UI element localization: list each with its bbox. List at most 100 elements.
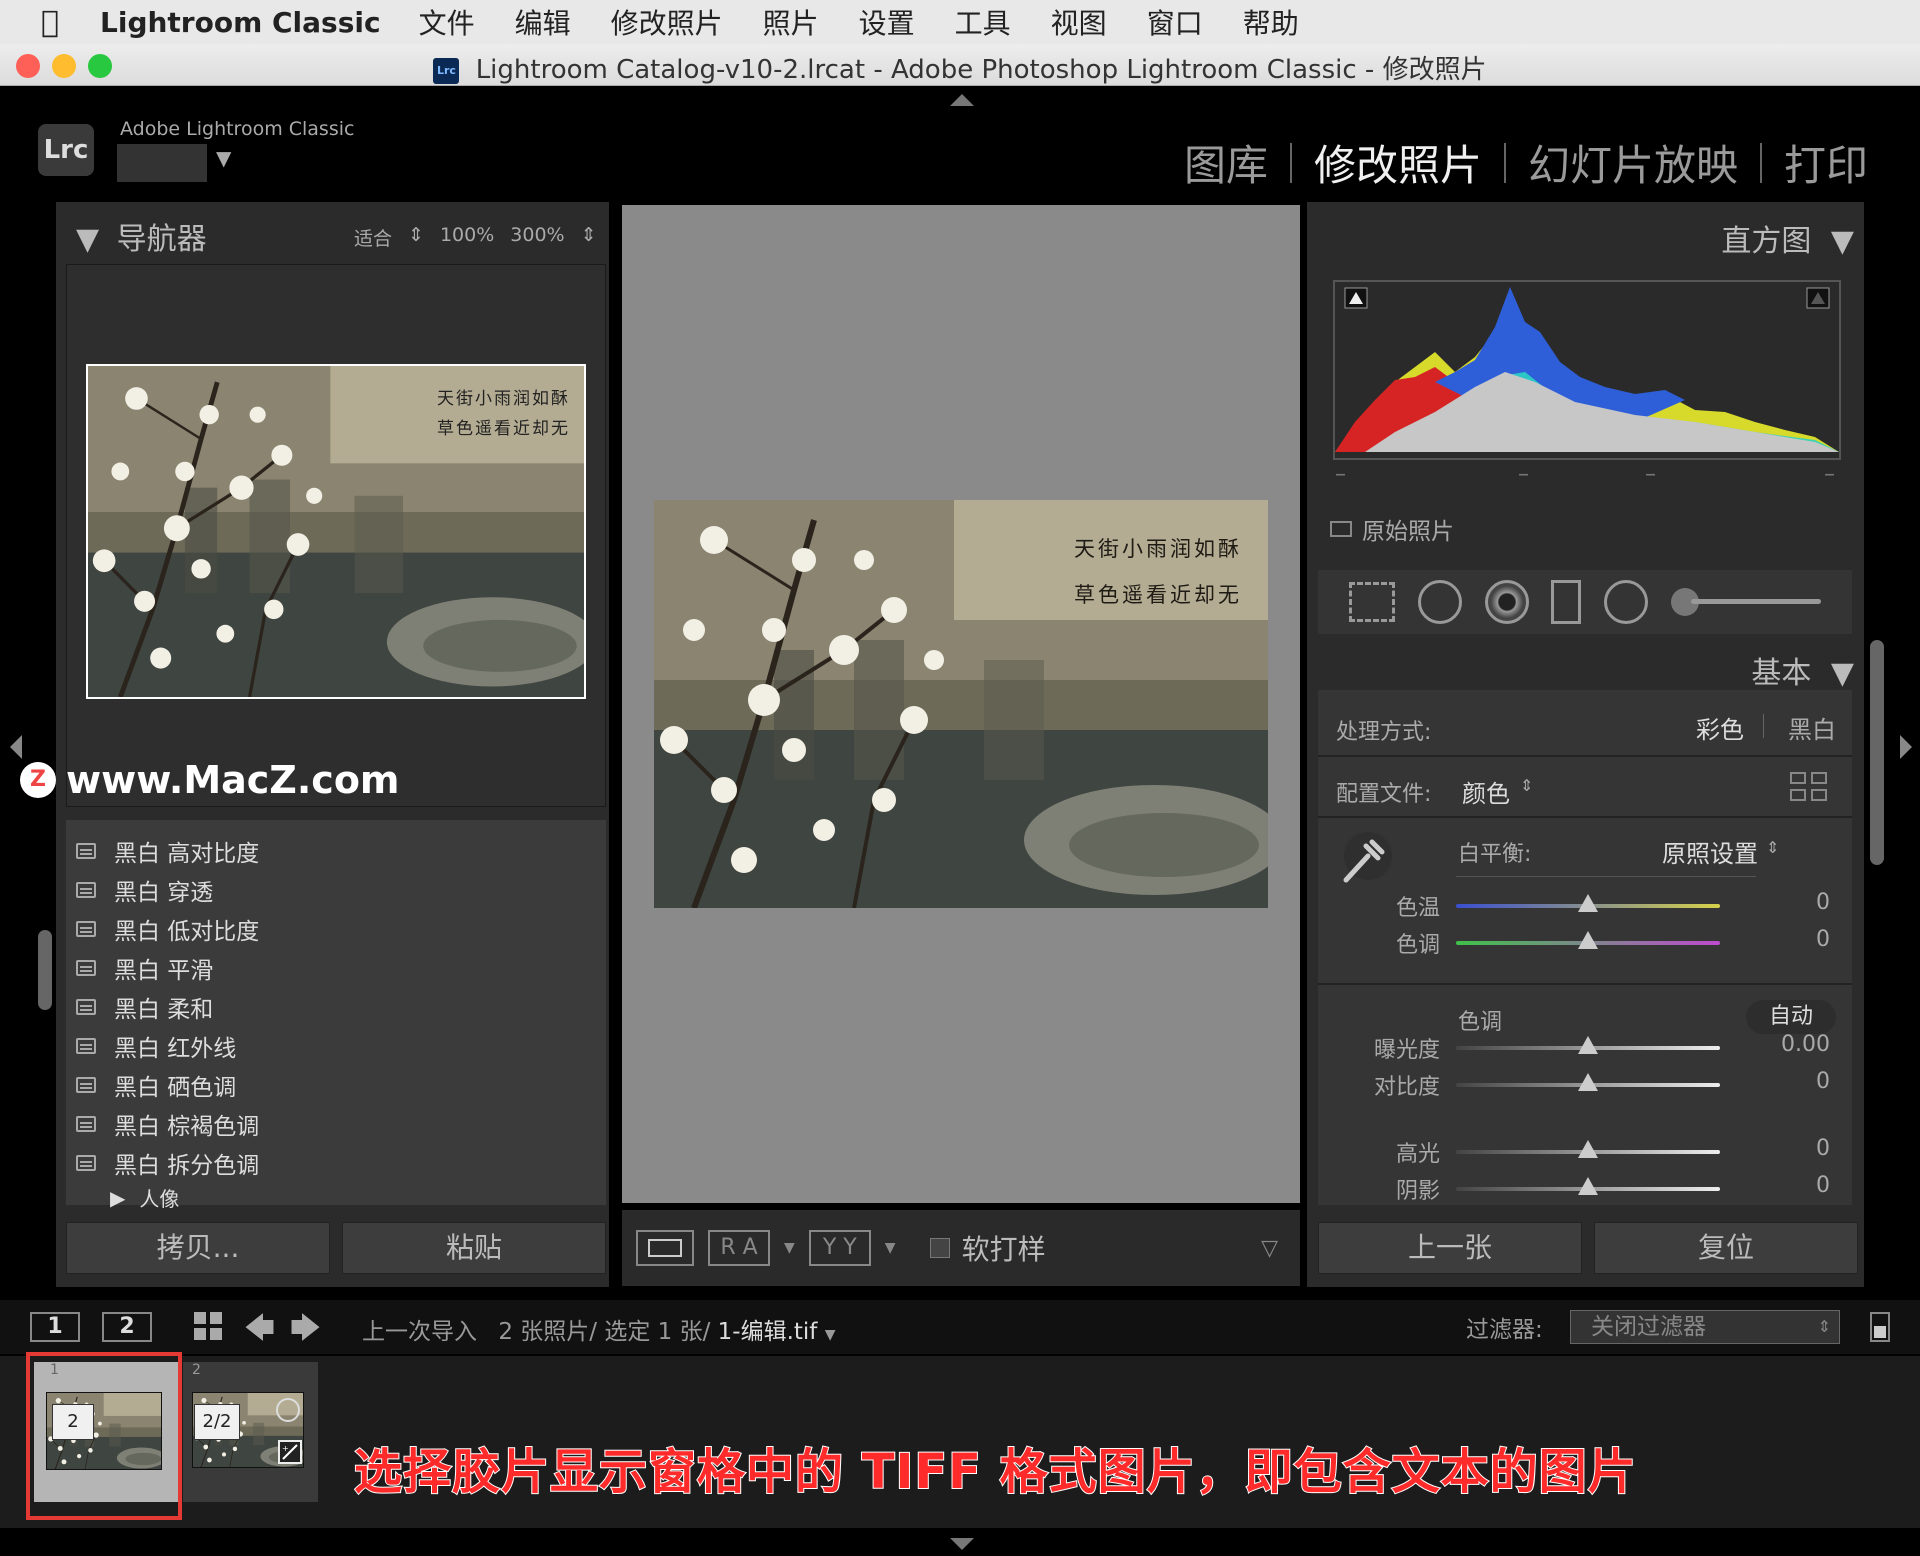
adjustment-brush-icon[interactable] [1670, 580, 1821, 624]
slider-value[interactable]: 0.00 [1770, 1032, 1830, 1057]
zoom-fit[interactable]: 适合 [354, 224, 392, 251]
photo-count: 2 张照片/ 选定 1 张/ [498, 1319, 711, 1345]
preset-item[interactable]: 黑白 低对比度 [76, 912, 259, 946]
slider-thumb[interactable] [1578, 931, 1598, 949]
left-scrollbar[interactable] [38, 930, 52, 1010]
edited-badge-icon: + [278, 1440, 302, 1464]
preset-item[interactable]: 黑白 红外线 [76, 1029, 236, 1063]
menu-settings[interactable]: 设置 [859, 2, 915, 42]
copy-button[interactable]: 拷贝... [66, 1222, 330, 1274]
slider-thumb[interactable] [1578, 1177, 1598, 1195]
reset-button[interactable]: 复位 [1594, 1222, 1858, 1274]
chevron-down-icon[interactable]: ▼ [825, 1327, 836, 1343]
histogram[interactable] [1333, 280, 1841, 460]
profile-browser-grid-icon[interactable] [1790, 772, 1828, 804]
preset-item[interactable]: 黑白 平滑 [76, 951, 213, 985]
slider-value[interactable]: 0 [1770, 1136, 1830, 1161]
treatment-bw-option[interactable]: 黑白 [1788, 710, 1836, 745]
slider-thumb[interactable] [1578, 1140, 1598, 1158]
white-balance-eyedropper-icon[interactable] [1336, 828, 1396, 888]
zoom-100[interactable]: 100% [440, 224, 494, 251]
menu-view[interactable]: 视图 [1051, 2, 1107, 42]
radial-filter-icon[interactable] [1603, 580, 1648, 624]
collapse-top-arrow-icon[interactable] [950, 94, 974, 106]
paste-button[interactable]: 粘贴 [342, 1222, 606, 1274]
module-slideshow[interactable]: 幻灯片放映 [1506, 132, 1760, 193]
menu-tools[interactable]: 工具 [955, 2, 1011, 42]
menu-help[interactable]: 帮助 [1243, 2, 1299, 42]
before-after-ra-button[interactable]: R A [708, 1230, 770, 1266]
apple-icon[interactable]:  [0, 5, 100, 40]
chevron-down-icon[interactable]: ▼ [784, 1240, 795, 1256]
slider-thumb[interactable] [1578, 1073, 1598, 1091]
primary-window-button[interactable]: 1 [30, 1312, 80, 1342]
right-scrollbar[interactable] [1870, 640, 1884, 865]
toolbar-menu-chevron-icon[interactable]: ▽ [1261, 1236, 1278, 1261]
module-develop[interactable]: 修改照片 [1292, 132, 1504, 193]
filmstrip-source-status[interactable]: 上一次导入 2 张照片/ 选定 1 张/ 1-编辑.tif ▼ [362, 1312, 835, 1346]
filmstrip-lock-icon[interactable] [1870, 1312, 1890, 1342]
menu-edit[interactable]: 编辑 [515, 2, 571, 42]
zoom-300[interactable]: 300% [510, 224, 564, 251]
grid-view-icon[interactable] [194, 1312, 222, 1340]
preset-item[interactable]: 黑白 拆分色调 [76, 1146, 259, 1180]
divider [1318, 983, 1852, 985]
menu-window[interactable]: 窗口 [1147, 2, 1203, 42]
chevron-down-icon[interactable]: ▼ [216, 146, 231, 170]
navigator-thumbnail[interactable]: 天街小雨润如酥 草色遥看近却无 [86, 364, 586, 699]
current-file-name[interactable]: 1-编辑.tif [718, 1319, 818, 1345]
treatment-color-option[interactable]: 彩色 [1696, 710, 1744, 745]
preset-item[interactable]: 黑白 硒色调 [76, 1068, 236, 1102]
histogram-header[interactable]: 直方图 ▼ [1721, 216, 1854, 260]
white-balance-select[interactable]: 原照设置 [1662, 834, 1758, 869]
auto-tone-button[interactable]: 自动 [1746, 1000, 1836, 1034]
user-plate[interactable] [117, 144, 207, 182]
module-print[interactable]: 打印 [1762, 132, 1890, 193]
slider-value[interactable]: 0 [1770, 1069, 1830, 1094]
graduated-filter-icon[interactable] [1551, 580, 1582, 624]
profile-select[interactable]: 颜色 [1462, 774, 1510, 809]
stepper-icon[interactable]: ⇕ [581, 224, 597, 251]
original-photo-checkbox[interactable] [1330, 521, 1352, 537]
menu-develop[interactable]: 修改照片 [611, 2, 723, 42]
stepper-icon[interactable]: ⇕ [1520, 776, 1533, 795]
profile-label: 配置文件: [1336, 782, 1432, 807]
original-photo-toggle[interactable]: 原始照片 [1330, 512, 1454, 546]
preset-item[interactable]: 黑白 穿透 [76, 873, 213, 907]
menu-photo[interactable]: 照片 [763, 2, 819, 42]
slider-thumb[interactable] [1578, 894, 1598, 912]
red-eye-icon[interactable] [1484, 580, 1529, 624]
arrow-right-icon[interactable]: 🡆 [290, 1306, 321, 1357]
stepper-icon[interactable]: ⇕ [1766, 838, 1779, 857]
crop-overlay-icon[interactable] [1349, 582, 1396, 622]
preset-group-portrait[interactable]: ▶ 人像 [110, 1183, 179, 1212]
chevron-down-icon[interactable]: ▼ [885, 1240, 896, 1256]
soft-proof-checkbox[interactable] [929, 1238, 950, 1258]
preset-item[interactable]: 黑白 棕褐色调 [76, 1107, 259, 1141]
menu-app-name[interactable]: Lightroom Classic [100, 6, 381, 39]
slider-thumb[interactable] [1578, 1036, 1598, 1054]
before-after-yy-button[interactable]: Y Y [808, 1230, 871, 1266]
slider-value[interactable]: 0 [1770, 1173, 1830, 1198]
basic-header[interactable]: 基本 ▼ [1751, 648, 1854, 692]
arrow-left-icon[interactable]: 🡄 [244, 1306, 275, 1357]
preset-item[interactable]: 黑白 高对比度 [76, 834, 259, 868]
source-label[interactable]: 上一次导入 [362, 1319, 477, 1345]
filter-select[interactable]: 关闭过滤器 ⇕ [1570, 1310, 1840, 1344]
preset-item[interactable]: 黑白 柔和 [76, 990, 213, 1024]
slider-value[interactable]: 0 [1770, 927, 1830, 952]
slider-value[interactable]: 0 [1770, 890, 1830, 915]
collapse-left-arrow-icon[interactable] [10, 735, 22, 759]
previous-button[interactable]: 上一张 [1318, 1222, 1582, 1274]
secondary-window-button[interactable]: 2 [102, 1312, 152, 1342]
loupe-view-icon[interactable] [636, 1230, 694, 1266]
navigator-header[interactable]: ▼ 导航器 [76, 214, 207, 258]
collapse-bottom-arrow-icon[interactable] [950, 1538, 974, 1550]
main-photo[interactable]: 天街小雨润如酥 草色遥看近却无 [654, 500, 1268, 908]
soft-proof-toggle[interactable]: 软打样 [929, 1228, 1046, 1268]
stepper-icon[interactable]: ⇕ [408, 224, 424, 251]
module-library[interactable]: 图库 [1162, 132, 1290, 193]
collapse-right-arrow-icon[interactable] [1900, 735, 1912, 759]
menu-file[interactable]: 文件 [419, 2, 475, 42]
spot-removal-icon[interactable] [1417, 580, 1462, 624]
